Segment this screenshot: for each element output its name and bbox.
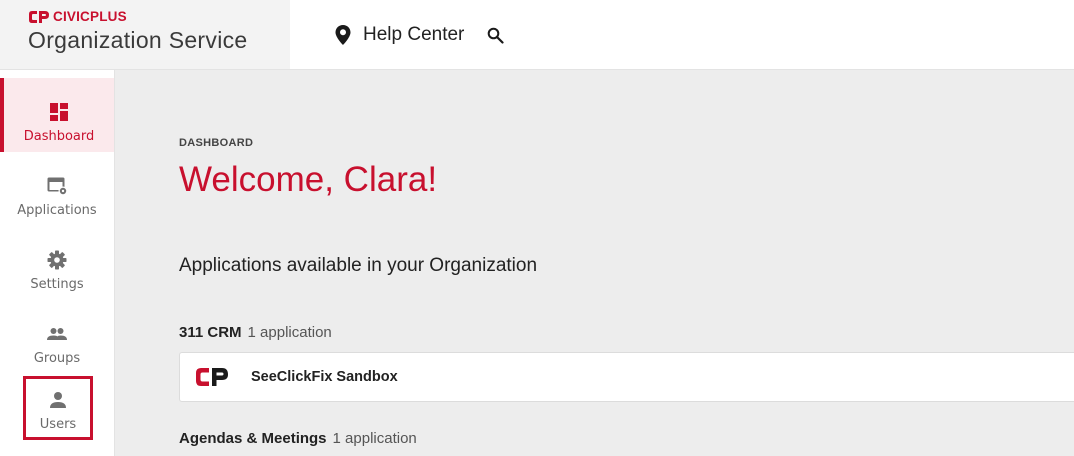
sidebar-item-label: Groups xyxy=(33,351,81,366)
dashboard-icon xyxy=(50,103,68,121)
civicplus-logo-icon xyxy=(29,10,49,23)
groups-icon xyxy=(47,328,67,340)
sidebar-item-settings[interactable]: Settings xyxy=(0,226,114,300)
sidebar: Dashboard Applications Settings Groups U… xyxy=(0,70,115,456)
top-bar: Help Center xyxy=(290,0,1074,70)
app-card-seeclickfix-sandbox[interactable]: SeeClickFix Sandbox xyxy=(179,352,1074,402)
sidebar-item-label: Settings xyxy=(30,277,84,292)
product-name: Organization Service xyxy=(28,27,248,53)
section-title: Applications available in your Organizat… xyxy=(179,255,538,276)
sidebar-item-groups[interactable]: Groups xyxy=(0,300,114,374)
app-name: SeeClickFix Sandbox xyxy=(251,369,398,385)
sidebar-item-dashboard[interactable]: Dashboard xyxy=(0,78,114,152)
user-icon xyxy=(50,392,66,408)
group-count: 1 application xyxy=(247,324,332,341)
sidebar-item-label: Applications xyxy=(17,203,97,218)
brand-name: CIVICPLUS xyxy=(53,9,127,24)
group-header-agendas-meetings: Agendas & Meetings 1 application xyxy=(179,430,417,447)
group-name: 311 CRM xyxy=(179,324,242,341)
breadcrumb: DASHBOARD xyxy=(179,137,254,149)
main-content: DASHBOARD Welcome, Clara! Applications a… xyxy=(115,70,1074,456)
location-pin-icon xyxy=(335,25,351,45)
group-count: 1 application xyxy=(332,430,417,447)
civicplus-logo-icon xyxy=(196,368,228,386)
sidebar-item-label: Users xyxy=(39,417,77,432)
sidebar-item-users[interactable]: Users xyxy=(23,376,93,440)
help-center-label: Help Center xyxy=(363,24,465,45)
brand-header: CIVICPLUS Organization Service xyxy=(0,0,290,70)
brand-logo[interactable]: CIVICPLUS xyxy=(28,9,127,24)
group-header-311-crm: 311 CRM 1 application xyxy=(179,324,332,341)
search-icon[interactable] xyxy=(487,27,504,44)
help-center-link[interactable]: Help Center xyxy=(334,24,464,46)
page-title: Welcome, Clara! xyxy=(179,160,438,199)
group-name: Agendas & Meetings xyxy=(179,430,327,447)
sidebar-item-applications[interactable]: Applications xyxy=(0,152,114,226)
gear-icon xyxy=(47,250,67,270)
sidebar-item-label: Dashboard xyxy=(23,129,95,144)
applications-icon xyxy=(47,177,68,196)
